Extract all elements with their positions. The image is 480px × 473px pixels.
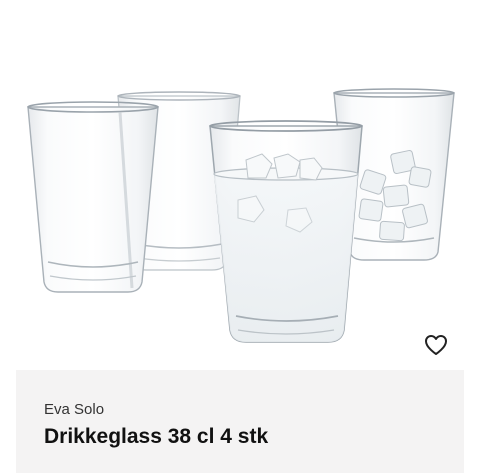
product-card[interactable]: Eva Solo Drikkeglass 38 cl 4 stk xyxy=(0,0,480,473)
product-image[interactable] xyxy=(0,0,480,370)
glass-left xyxy=(27,101,159,293)
glass-center xyxy=(209,120,363,343)
product-brand: Eva Solo xyxy=(44,401,105,418)
heart-outline-icon xyxy=(425,335,447,355)
product-info: Eva Solo Drikkeglass 38 cl 4 stk xyxy=(16,370,464,473)
product-title[interactable]: Drikkeglass 38 cl 4 stk xyxy=(44,425,268,449)
drinking-glasses-image xyxy=(27,88,455,343)
favorite-button[interactable] xyxy=(424,334,452,362)
